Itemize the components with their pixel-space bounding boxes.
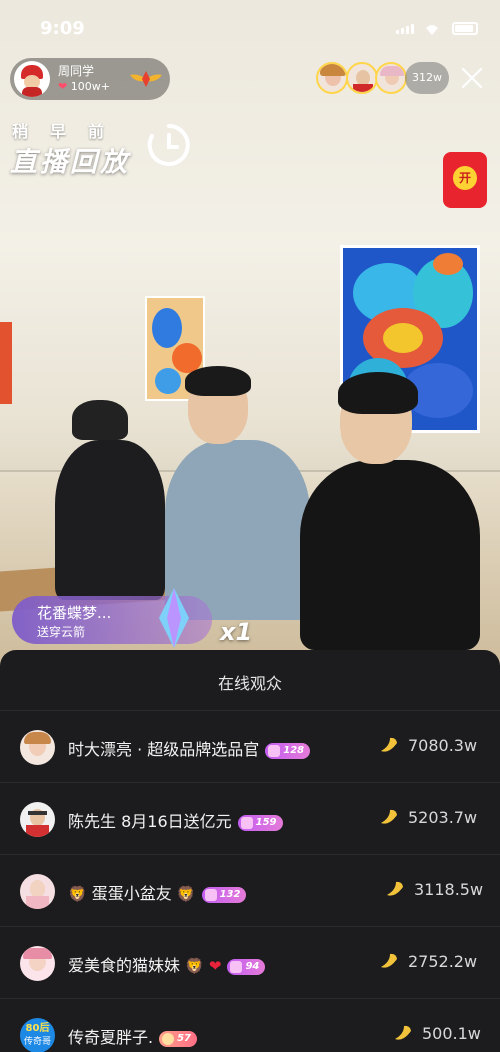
avatar-text-bottom: 传奇哥: [23, 1037, 51, 1047]
level-badge: 159: [237, 815, 283, 831]
coin-icon: [395, 1025, 411, 1040]
avatar-text-top: 80后: [25, 1023, 50, 1034]
heart-icon: ❤: [58, 80, 68, 93]
signal-icon: [396, 24, 414, 34]
audience-row[interactable]: 时大漂亮 · 超级品牌选品官 128 7080.3w: [0, 710, 500, 782]
audience-score: 3118.5w: [414, 880, 484, 899]
coin-icon: [387, 881, 403, 896]
person-left-cap: [72, 400, 128, 440]
top-viewer-avatar-3[interactable]: [375, 62, 407, 94]
host-likes-count: 100w+: [70, 80, 110, 93]
host-info[interactable]: 周同学 ❤ 100w+: [10, 58, 170, 100]
audience-name: 时大漂亮 · 超级品牌选品官: [68, 740, 260, 759]
gift-sender: 花番蝶梦...: [37, 604, 112, 622]
live-video[interactable]: [0, 0, 500, 702]
audience-name-line: 陈先生 8月16日送亿元 159: [68, 808, 283, 832]
audience-score: 7080.3w: [408, 736, 478, 755]
audience-avatar[interactable]: [20, 946, 55, 981]
audience-avatar[interactable]: [20, 730, 55, 765]
live-stream-screen: 9:09 周同学 ❤ 100w+ 312w 稍早前 直播回放 开 花番蝶梦...…: [0, 0, 500, 1052]
top-viewer-avatar-2[interactable]: [346, 62, 378, 94]
audience-name-line: 🦁 蛋蛋小盆友 🦁 132: [68, 880, 247, 904]
level-badge: 94: [227, 959, 266, 975]
audience-name-line: 传奇夏胖子. 57: [68, 1024, 198, 1048]
audience-avatar[interactable]: 80后 传奇哥: [20, 1018, 55, 1052]
person-right: [300, 460, 480, 650]
replay-clock-icon: [147, 124, 190, 166]
status-time: 9:09: [40, 18, 85, 39]
audience-row[interactable]: 80后 传奇哥 传奇夏胖子. 57 500.1w: [0, 998, 500, 1052]
lion-emoji-icon: 🦁: [185, 957, 204, 975]
audience-row[interactable]: 陈先生 8月16日送亿元 159 5203.7w: [0, 782, 500, 854]
top-viewer-avatar-1[interactable]: [316, 62, 348, 94]
audience-sheet: 在线观众 时大漂亮 · 超级品牌选品官 128 7080.3w 陈先生 8月16日…: [0, 650, 500, 1052]
level-badge: 132: [201, 887, 247, 903]
host-likes: ❤ 100w+: [58, 80, 110, 93]
audience-name: 传奇夏胖子.: [68, 1028, 154, 1047]
replay-title: 直播回放: [10, 147, 130, 178]
audience-score: 5203.7w: [408, 808, 478, 827]
lion-emoji-icon: 🦁: [176, 885, 196, 903]
host-level-badge-icon[interactable]: [130, 67, 162, 91]
replay-subtitle: 稍早前: [12, 122, 127, 141]
lion-emoji-icon: 🦁: [68, 885, 87, 903]
status-bar: 9:09: [0, 0, 500, 44]
battery-icon: [452, 22, 478, 35]
gift-text: 送穿云箭: [37, 625, 86, 639]
audience-name-line: 时大漂亮 · 超级品牌选品官 128: [68, 736, 311, 760]
heart-emoji-icon: ❤: [208, 957, 222, 975]
audience-row[interactable]: 爱美食的猫妹妹 🦁 ❤ 94 2752.2w: [0, 926, 500, 998]
viewer-count-button[interactable]: 312w: [405, 62, 449, 94]
audience-avatar[interactable]: [20, 874, 55, 909]
coin-icon: [381, 809, 397, 824]
audience-sheet-title: 在线观众: [217, 674, 282, 693]
audience-avatar[interactable]: [20, 802, 55, 837]
coin-icon: [381, 953, 397, 968]
level-badge: 57: [159, 1031, 198, 1047]
audience-row[interactable]: 🦁 蛋蛋小盆友 🦁 132 3118.5w: [0, 854, 500, 926]
audience-score: 2752.2w: [408, 952, 478, 971]
wifi-icon: [426, 25, 438, 35]
host-name: 周同学: [58, 64, 95, 78]
audience-name: 爱美食的猫妹妹: [68, 956, 181, 975]
painting-left: [0, 322, 12, 404]
red-envelope-button[interactable]: 开: [443, 152, 487, 208]
person-left: [55, 440, 165, 600]
audience-name-line: 爱美食的猫妹妹 🦁 ❤ 94: [68, 952, 266, 976]
audience-name: 蛋蛋小盆友: [91, 884, 172, 903]
red-envelope-label: 开: [453, 166, 477, 190]
level-badge: 128: [265, 743, 311, 759]
host-avatar[interactable]: [14, 61, 50, 97]
close-icon[interactable]: [458, 64, 486, 92]
audience-score: 500.1w: [422, 1024, 481, 1043]
arrow-gift-icon: [159, 588, 189, 648]
gift-count: x1: [220, 618, 253, 646]
audience-name: 陈先生 8月16日送亿元: [68, 812, 232, 831]
coin-icon: [381, 737, 397, 752]
